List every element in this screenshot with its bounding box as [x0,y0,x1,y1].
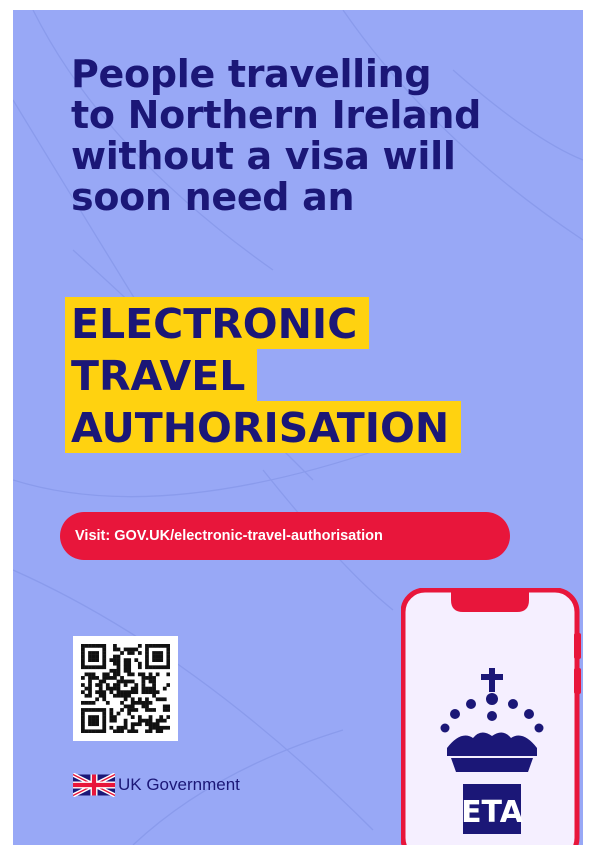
qr-code[interactable] [73,636,178,741]
headline-line: People travelling [71,52,432,96]
government-label: UK Government [118,775,240,794]
eta-title-line: TRAVEL [65,349,258,401]
uk-government-logo: UK Government [73,773,240,797]
headline-line: without a visa will [71,134,456,178]
qr-code-icon [81,644,170,733]
phone-illustration: ETA [401,588,581,845]
visit-link[interactable]: Visit: GOV.UK/electronic-travel-authoris… [60,512,510,560]
headline-line: to Northern Ireland [71,93,482,137]
eta-badge-text: ETA [461,795,524,830]
visit-prefix: Visit: [75,528,111,544]
poster: People travelling to Northern Ireland wi… [13,10,583,845]
eta-title-line: AUTHORISATION [65,401,462,453]
union-flag-icon [73,773,115,797]
eta-title: ELECTRONIC TRAVEL AUTHORISATION [65,297,462,453]
visit-url[interactable]: GOV.UK/electronic-travel-authorisation [114,528,383,544]
eta-title-line: ELECTRONIC [65,297,370,349]
headline-line: soon need an [71,175,355,219]
headline: People travelling to Northern Ireland wi… [71,54,583,218]
